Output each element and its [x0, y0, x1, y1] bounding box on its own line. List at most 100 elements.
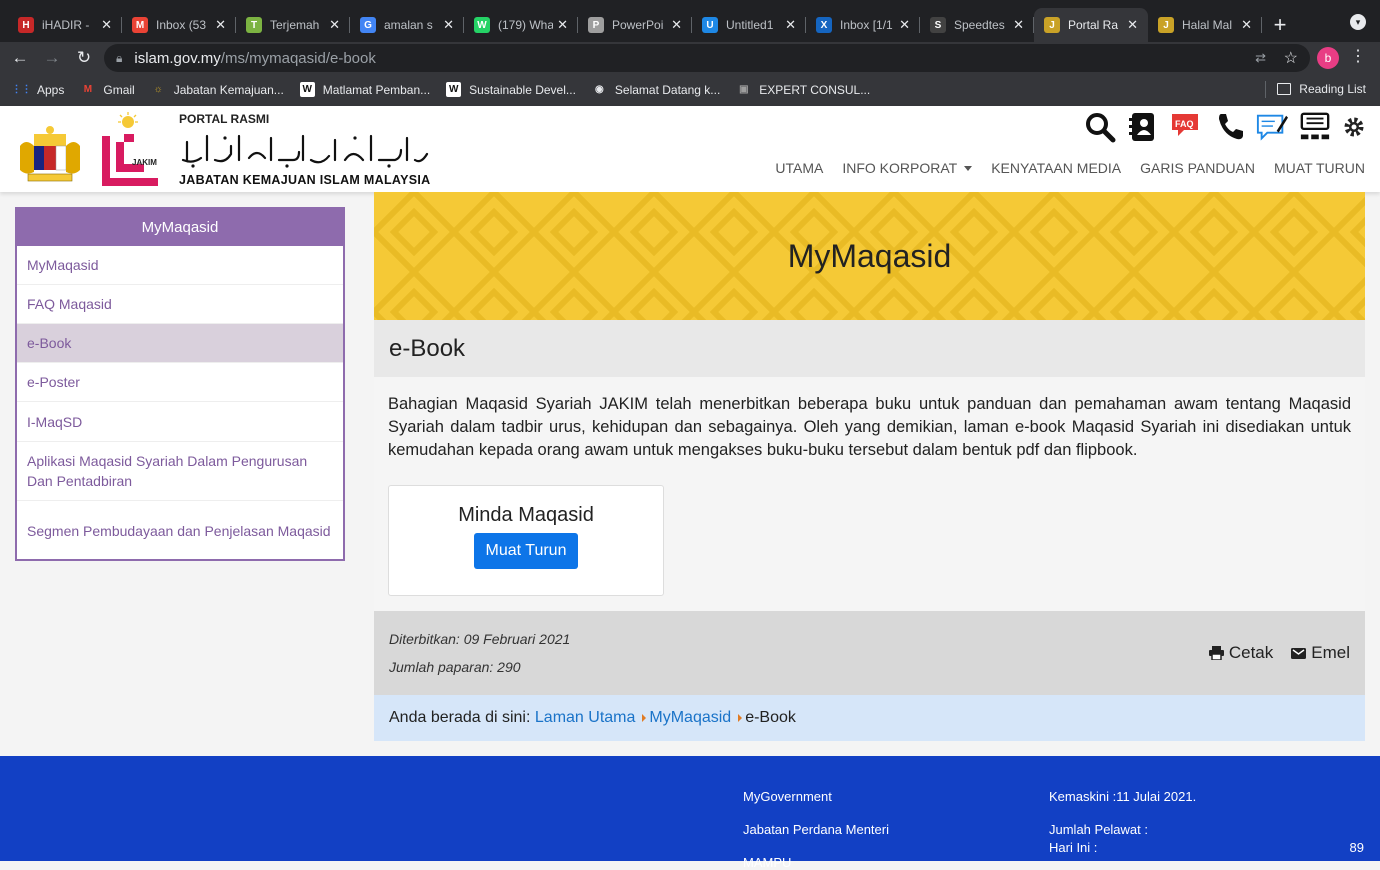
download-button[interactable]: Muat Turun — [473, 533, 579, 569]
bookmark-label: Sustainable Devel... — [469, 82, 576, 97]
browser-tab[interactable]: U Untitled1 ✕ — [692, 8, 806, 42]
close-tab-icon[interactable]: ✕ — [557, 17, 568, 33]
nav-utama[interactable]: UTAMA — [775, 160, 823, 176]
footer-link-jpm[interactable]: Jabatan Perdana Menteri — [743, 822, 889, 837]
browser-tab-bar: HiHADIR - ✕ M Inbox (53 ✕ T Terjemah ✕ Gamalan s… — [0, 0, 1380, 42]
browser-tab[interactable]: W (179) Wha ✕ — [464, 8, 578, 42]
close-tab-icon[interactable]: ✕ — [1241, 17, 1252, 33]
close-tab-icon[interactable]: ✕ — [671, 17, 682, 33]
tab-favicon-icon: G — [360, 17, 376, 33]
browser-tab[interactable]: T Terjemah ✕ — [236, 8, 350, 42]
bookmark-item[interactable]: ◉ Selamat Datang k... — [592, 82, 720, 97]
nav-utama-label: UTAMA — [775, 160, 824, 176]
feedback-form-icon[interactable] — [1256, 110, 1288, 144]
search-icon[interactable] — [1084, 110, 1116, 144]
tab-favicon-icon: X — [816, 17, 832, 33]
sidebar-item-e-book[interactable]: e-Book — [17, 324, 343, 363]
browser-tab[interactable]: HiHADIR - ✕ — [8, 8, 122, 42]
close-tab-icon[interactable]: ✕ — [329, 17, 340, 33]
browser-tab[interactable]: J Portal Ra ✕ — [1034, 8, 1148, 42]
print-label: Cetak — [1228, 643, 1274, 662]
sidebar-item-e-poster[interactable]: e-Poster — [17, 363, 343, 402]
sidebar-item-segmen-pembudayaan[interactable]: Segmen Pembudayaan dan Penjelasan Maqasi… — [17, 501, 343, 560]
close-tab-icon[interactable]: ✕ — [785, 17, 796, 33]
jakim-logo[interactable]: JAKIM — [100, 112, 164, 188]
close-tab-icon[interactable]: ✕ — [899, 17, 910, 33]
breadcrumb-home-link[interactable]: Laman Utama — [535, 709, 636, 727]
browser-menu-icon[interactable]: ⋮ — [1350, 46, 1366, 66]
bookmark-item[interactable]: W Sustainable Devel... — [446, 82, 576, 97]
forward-icon[interactable]: → — [36, 48, 68, 68]
settings-gear-icon[interactable] — [1342, 110, 1366, 144]
breadcrumb-section-link[interactable]: MyMaqasid — [649, 709, 731, 727]
lock-icon: 🔒︎ — [116, 50, 123, 65]
tab-title: Inbox (53 — [156, 18, 207, 32]
bookmark-label: Apps — [37, 82, 65, 97]
bookmark-item[interactable]: ▣ EXPERT CONSUL... — [736, 82, 870, 97]
reload-icon[interactable]: ↻ — [68, 48, 100, 68]
nav-info-korporat-label: INFO KORPORAT — [842, 160, 958, 176]
sidebar-item-label: FAQ Maqasid — [27, 296, 112, 312]
browser-tab[interactable]: P PowerPoi ✕ — [578, 8, 692, 42]
contact-book-icon[interactable] — [1127, 110, 1159, 144]
nav-muat-turun[interactable]: MUAT TURUN — [1274, 160, 1365, 176]
close-tab-icon[interactable]: ✕ — [101, 17, 112, 33]
breadcrumb-current: e-Book — [745, 709, 796, 726]
close-tab-icon[interactable]: ✕ — [1013, 17, 1024, 33]
sidebar-item-mymaqasid[interactable]: MyMaqasid — [17, 246, 343, 285]
print-button[interactable]: Cetak — [1208, 643, 1274, 663]
close-tab-icon[interactable]: ✕ — [443, 17, 454, 33]
bookmark-star-icon[interactable]: ☆ — [1284, 48, 1298, 68]
close-tab-icon[interactable]: ✕ — [215, 17, 226, 33]
browser-tab[interactable]: X Inbox [1/1 ✕ — [806, 8, 920, 42]
printer-icon — [1208, 646, 1224, 660]
sidebar-item-label: e-Book — [27, 335, 72, 351]
nav-garis-panduan[interactable]: GARIS PANDUAN — [1140, 160, 1255, 176]
malaysia-coat-of-arms-logo[interactable] — [14, 126, 86, 186]
bookmarks-divider — [1265, 81, 1266, 98]
sidebar-title: MyMaqasid — [17, 209, 343, 246]
bookmark-label: Matlamat Pemban... — [322, 82, 431, 97]
tab-favicon-icon: M — [132, 17, 148, 33]
apps-grid-icon: ⋮⋮ — [11, 84, 32, 95]
tab-title: Portal Ra — [1068, 18, 1119, 32]
sidebar-item-aplikasi-maqasid[interactable]: Aplikasi Maqasid Syariah Dalam Pengurusa… — [17, 442, 343, 501]
email-button[interactable]: Emel — [1291, 643, 1350, 663]
nav-info-korporat[interactable]: INFO KORPORAT — [842, 160, 973, 176]
profile-avatar[interactable]: b — [1317, 47, 1339, 69]
banner-title: MyMaqasid — [787, 237, 952, 274]
phone-icon[interactable] — [1213, 110, 1245, 144]
address-bar[interactable]: 🔒︎ islam.gov.my/ms/mymaqasid/e-book ⇄ ☆ — [104, 44, 1310, 72]
browser-tab[interactable]: J Halal Mal ✕ — [1148, 8, 1262, 42]
browser-tab[interactable]: S Speedtes ✕ — [920, 8, 1034, 42]
today-visitors-label: Hari Ini : — [1049, 840, 1098, 855]
bookmark-item[interactable]: M Gmail — [80, 82, 135, 97]
page-banner: MyMaqasid — [374, 192, 1365, 320]
reading-list-button[interactable]: Reading List — [1277, 82, 1366, 96]
sidebar-item-faq-maqasid[interactable]: FAQ Maqasid — [17, 285, 343, 324]
last-updated: Kemaskini :11 Julai 2021. — [1049, 789, 1197, 804]
back-icon[interactable]: ← — [4, 48, 36, 68]
browser-tab[interactable]: Gamalan s ✕ — [350, 8, 464, 42]
tab-title: iHADIR - — [42, 18, 90, 32]
footer-link-mygovernment[interactable]: MyGovernment — [743, 789, 832, 804]
gmail-icon: M — [83, 84, 93, 95]
sitemap-icon[interactable] — [1299, 110, 1331, 144]
reading-list-label: Reading List — [1299, 82, 1366, 96]
chevron-down-icon — [964, 165, 973, 171]
new-tab-button[interactable]: + — [1262, 8, 1298, 42]
browser-tab[interactable]: M Inbox (53 ✕ — [122, 8, 236, 42]
nav-kenyataan-media[interactable]: KENYATAAN MEDIA — [991, 160, 1121, 176]
sidebar-item-i-maqsd[interactable]: I-MaqSD — [17, 402, 343, 442]
ebook-card: Minda Maqasid Muat Turun — [388, 485, 664, 596]
bookmark-item[interactable]: ⋮⋮ Apps — [11, 82, 65, 97]
tab-search-icon[interactable]: ▾ — [1350, 14, 1366, 30]
bookmark-label: Gmail — [103, 82, 135, 97]
footer-link-mampu[interactable]: MAMPU — [743, 855, 791, 870]
faq-icon[interactable]: FAQ — [1170, 110, 1202, 144]
bookmark-item[interactable]: ☼ Jabatan Kemajuan... — [151, 82, 284, 97]
bookmark-item[interactable]: W Matlamat Pemban... — [299, 82, 431, 97]
close-tab-icon[interactable]: ✕ — [1127, 17, 1138, 33]
translate-icon[interactable]: ⇄ — [1255, 50, 1266, 66]
main-navigation: UTAMA INFO KORPORAT KENYATAAN MEDIA GARI… — [756, 160, 1365, 176]
